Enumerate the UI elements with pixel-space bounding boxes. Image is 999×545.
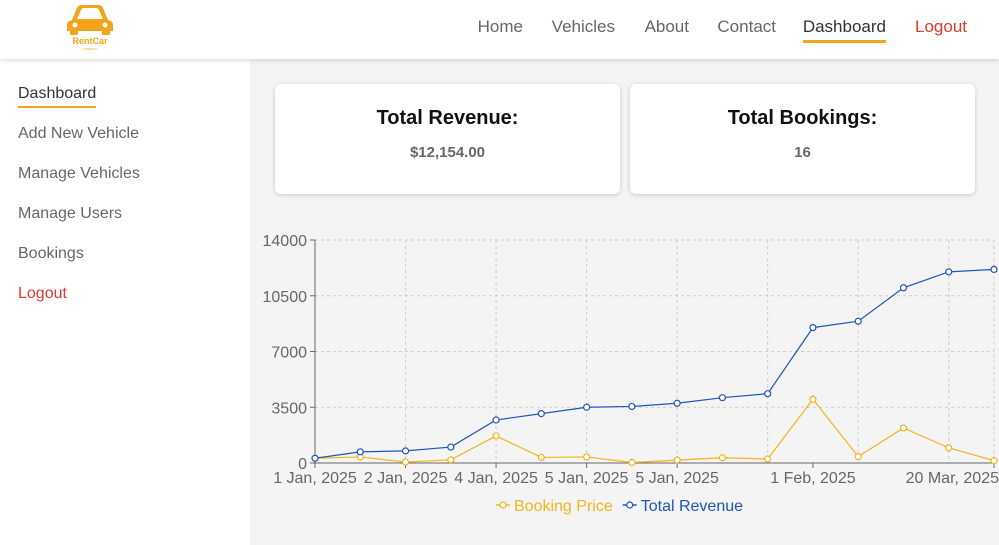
y-tick-label: 14000 (263, 233, 308, 250)
data-point (673, 399, 681, 407)
data-point (583, 453, 591, 461)
data-point (718, 394, 726, 402)
data-point (492, 432, 500, 440)
data-point (990, 457, 998, 465)
data-point (809, 395, 817, 403)
data-point (854, 317, 862, 325)
x-tick-label: 1 Jan, 2025 (273, 470, 357, 487)
x-tick-label: 1 Feb, 2025 (770, 470, 856, 487)
series-line-1 (314, 268, 995, 459)
data-point (673, 456, 681, 464)
total-bookings-title: Total Bookings: (727, 107, 878, 129)
data-point (537, 453, 545, 462)
nav-about[interactable]: About (645, 17, 689, 37)
legend-label-1: Total Revenue (641, 498, 743, 515)
car-icon (67, 5, 113, 35)
legend-marker-1 (626, 501, 634, 509)
data-point (492, 416, 500, 424)
data-point (311, 454, 319, 462)
legend-marker-0 (499, 501, 507, 509)
brand-logo[interactable]: RentCar COMPANY (62, 2, 118, 54)
total-revenue-value: $12,154.00 (409, 144, 486, 161)
sidebar-item-manage-users[interactable]: Manage Users (18, 205, 122, 223)
data-point (356, 448, 364, 456)
total-bookings-value: 16 (794, 144, 811, 161)
y-tick-label: 7000 (271, 345, 307, 362)
brand-tagline: COMPANY (82, 47, 98, 51)
sidebar-item-logout[interactable]: Logout (18, 285, 67, 303)
nav-home[interactable]: Home (478, 17, 523, 37)
data-point (764, 455, 772, 463)
data-point (401, 458, 410, 466)
nav-contact[interactable]: Contact (717, 17, 776, 37)
data-point (628, 402, 636, 411)
data-point (764, 390, 772, 398)
x-tick-label: 5 Jan, 2025 (545, 470, 629, 487)
total-bookings-card: Total Bookings: 16 (630, 84, 975, 194)
x-tick-label: 5 Jan, 2025 (635, 470, 719, 487)
data-point (537, 410, 545, 418)
data-point (401, 447, 410, 455)
data-point (447, 456, 455, 464)
data-point (854, 453, 862, 461)
x-tick-label: 2 Jan, 2025 (364, 470, 448, 487)
data-point (899, 424, 908, 432)
x-tick-label: 4 Jan, 2025 (454, 470, 538, 487)
revenue-line-chart: 03500700010500140001 Jan, 2025 2 Jan, 202… (263, 233, 999, 515)
data-point (899, 284, 908, 292)
data-point (628, 458, 636, 467)
data-point (718, 454, 726, 462)
brand-name: RentCar (72, 36, 108, 46)
data-point (990, 265, 998, 274)
x-tick-label: 20 Mar, 2025 (906, 470, 999, 487)
sidebar-item-bookings[interactable]: Bookings (18, 245, 84, 263)
nav-logout[interactable]: Logout (915, 17, 967, 37)
data-point (583, 403, 591, 411)
data-point (809, 324, 817, 332)
sidebar-item-add-new-vehicle[interactable]: Add New Vehicle (18, 125, 139, 143)
sidebar-item-manage-vehicles[interactable]: Manage Vehicles (18, 165, 140, 183)
data-point (945, 268, 953, 276)
y-tick-label: 3500 (271, 400, 307, 417)
y-tick-label: 10500 (263, 289, 308, 306)
sidebar-item-dashboard[interactable]: Dashboard (18, 85, 97, 108)
nav-vehicles[interactable]: Vehicles (552, 17, 615, 37)
sidebar: Dashboard Add New Vehicle Manage Vehicle… (0, 59, 250, 545)
top-navbar: RentCar COMPANY Home Vehicles About Cont… (0, 0, 999, 59)
data-point (447, 443, 455, 451)
series-line-0 (314, 398, 995, 464)
total-revenue-title: Total Revenue: (376, 107, 519, 129)
total-revenue-card: Total Revenue: $12,154.00 (275, 84, 620, 194)
data-point (945, 444, 953, 452)
nav-dashboard[interactable]: Dashboard (802, 17, 887, 43)
legend-label-0: Booking Price (514, 498, 613, 515)
